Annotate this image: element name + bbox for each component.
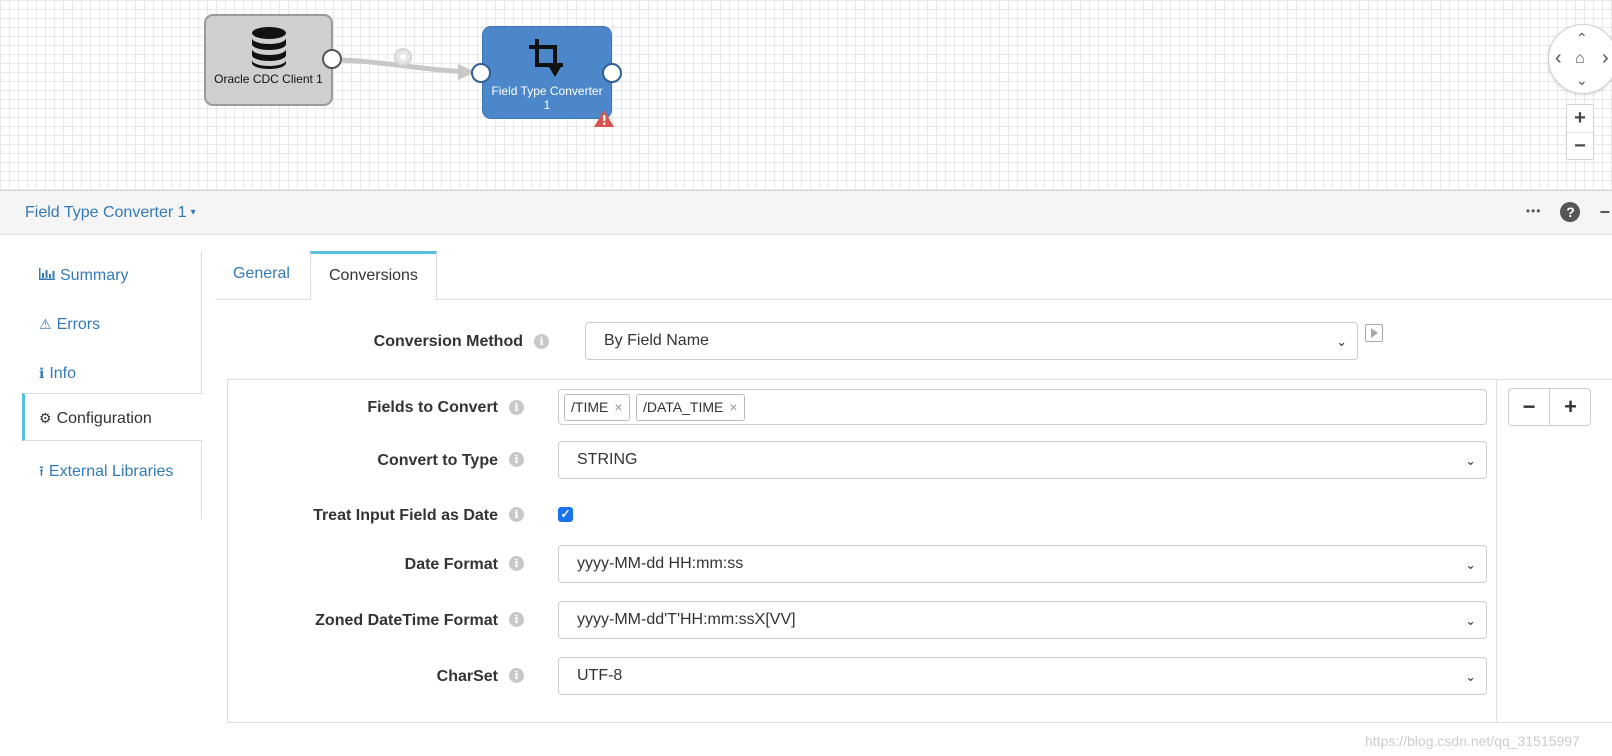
zoom-out-button[interactable]: − bbox=[1567, 132, 1593, 159]
fields-to-convert-input[interactable]: /TIME × /DATA_TIME × bbox=[558, 389, 1487, 425]
info-icon[interactable]: i bbox=[509, 612, 524, 627]
info-icon[interactable]: i bbox=[509, 668, 524, 683]
sidebar-item-label: Summary bbox=[60, 267, 129, 284]
config-tabs: General Conversions bbox=[215, 251, 1612, 301]
input-port[interactable] bbox=[471, 63, 491, 83]
crop-convert-icon bbox=[527, 37, 567, 82]
tag-label: /TIME bbox=[571, 399, 609, 415]
charset-select[interactable]: UTF-8 ⌄ bbox=[558, 657, 1487, 695]
sidebar-item-label: Configuration bbox=[56, 410, 152, 427]
help-icon[interactable]: ? bbox=[1560, 202, 1581, 222]
warning-triangle-icon[interactable] bbox=[593, 109, 615, 133]
treat-as-date-label: Treat Input Field as Date bbox=[313, 507, 498, 524]
config-side-nav: Summary ⚠ Errors ℹ Info ⚙ Configuration ⭱ Ex… bbox=[22, 251, 203, 519]
preview-icon[interactable] bbox=[1365, 324, 1383, 342]
date-format-select[interactable]: yyyy-MM-dd HH:mm:ss ⌄ bbox=[558, 545, 1487, 583]
output-port[interactable] bbox=[322, 49, 342, 69]
select-value: yyyy-MM-dd HH:mm:ss bbox=[577, 555, 744, 572]
sidebar-item-label: External Libraries bbox=[48, 463, 174, 480]
select-value: UTF-8 bbox=[577, 667, 623, 684]
conversion-method-label: Conversion Method bbox=[373, 333, 523, 350]
chevron-down-icon: ⌄ bbox=[1465, 669, 1476, 684]
stage-selector[interactable]: Field Type Converter 1 ▾ bbox=[25, 204, 196, 222]
remove-tag-icon[interactable]: × bbox=[614, 399, 622, 415]
sidebar-item-configuration[interactable]: ⚙ Configuration bbox=[22, 393, 203, 441]
pan-right-icon[interactable]: › bbox=[1602, 48, 1609, 68]
home-icon[interactable]: ⌂ bbox=[1575, 51, 1585, 67]
output-port[interactable] bbox=[602, 63, 622, 83]
date-format-label: Date Format bbox=[404, 556, 498, 573]
pan-control[interactable]: ⌃ ⌄ ‹ › ⌂ bbox=[1548, 24, 1612, 94]
stream-gear-icon bbox=[394, 48, 412, 66]
database-icon bbox=[251, 26, 287, 73]
add-row-button[interactable]: + bbox=[1550, 389, 1591, 425]
pipeline-editor: Oracle CDC Client 1 Field Type Converter… bbox=[0, 0, 1612, 756]
remove-row-button[interactable]: − bbox=[1509, 389, 1550, 425]
charset-label: CharSet bbox=[436, 668, 498, 685]
sidebar-item-summary[interactable]: Summary bbox=[22, 251, 202, 299]
pipeline-canvas[interactable]: Oracle CDC Client 1 Field Type Converter… bbox=[0, 0, 1612, 191]
chevron-down-icon: ⌄ bbox=[1465, 557, 1476, 572]
warning-icon: ⚠ bbox=[39, 316, 52, 332]
gear-icon: ⚙ bbox=[39, 410, 52, 426]
select-value: By Field Name bbox=[604, 332, 709, 349]
zoned-datetime-format-select[interactable]: yyyy-MM-dd'T'HH:mm:ssX[VV] ⌄ bbox=[558, 601, 1487, 639]
sidebar-item-label: Errors bbox=[56, 316, 101, 333]
divider bbox=[1496, 379, 1497, 723]
select-value: yyyy-MM-dd'T'HH:mm:ssX[VV] bbox=[577, 611, 796, 628]
convert-to-type-select[interactable]: STRING ⌄ bbox=[558, 441, 1487, 479]
more-options-icon[interactable]: ••• bbox=[1526, 204, 1542, 218]
remove-tag-icon[interactable]: × bbox=[729, 399, 737, 415]
treat-as-date-checkbox[interactable]: ✓ bbox=[558, 507, 573, 522]
conversion-method-select[interactable]: By Field Name ⌄ bbox=[585, 322, 1358, 360]
tab-conversions[interactable]: Conversions bbox=[310, 251, 437, 301]
chevron-down-icon: ⌄ bbox=[1336, 334, 1347, 349]
list-row-buttons: − + bbox=[1508, 388, 1591, 426]
chevron-down-icon: ⌄ bbox=[1465, 613, 1476, 628]
fields-to-convert-label: Fields to Convert bbox=[367, 399, 498, 416]
caret-down-icon: ▾ bbox=[190, 207, 196, 218]
zoom-in-button[interactable]: + bbox=[1567, 105, 1593, 132]
convert-to-type-label: Convert to Type bbox=[377, 452, 498, 469]
sidebar-item-errors[interactable]: ⚠ Errors bbox=[22, 300, 202, 348]
stage-field-type-converter[interactable]: Field Type Converter 1 bbox=[482, 26, 612, 119]
stage-label: Oracle CDC Client 1 bbox=[214, 72, 323, 86]
zoned-datetime-format-label: Zoned DateTime Format bbox=[315, 612, 498, 629]
tab-general[interactable]: General bbox=[215, 251, 308, 300]
info-icon[interactable]: i bbox=[509, 556, 524, 571]
info-icon[interactable]: i bbox=[509, 400, 524, 415]
info-icon[interactable]: i bbox=[509, 452, 524, 467]
zoom-control: + − bbox=[1566, 104, 1594, 160]
info-icon: ℹ bbox=[39, 365, 45, 381]
stage-title: Field Type Converter 1 bbox=[25, 204, 187, 221]
pan-down-icon[interactable]: ⌄ bbox=[1576, 73, 1588, 87]
pan-left-icon[interactable]: ‹ bbox=[1555, 48, 1562, 68]
stage-oracle-cdc-client[interactable]: Oracle CDC Client 1 bbox=[204, 14, 333, 106]
tag-label: /DATA_TIME bbox=[643, 399, 724, 415]
stage-label: Field Type Converter 1 bbox=[491, 84, 603, 112]
info-icon[interactable]: i bbox=[509, 507, 524, 522]
info-icon[interactable]: i bbox=[534, 334, 549, 349]
sidebar-item-info[interactable]: ℹ Info bbox=[22, 349, 202, 397]
stream-link[interactable] bbox=[330, 40, 490, 90]
stage-detail-header: Field Type Converter 1 ▾ ••• ? − bbox=[0, 191, 1612, 235]
select-value: STRING bbox=[577, 451, 638, 468]
header-actions: ••• ? − bbox=[1512, 202, 1610, 223]
field-tag[interactable]: /TIME × bbox=[564, 394, 630, 421]
field-tag[interactable]: /DATA_TIME × bbox=[636, 394, 745, 421]
pan-up-icon[interactable]: ⌃ bbox=[1576, 31, 1588, 45]
chevron-down-icon: ⌄ bbox=[1465, 453, 1476, 468]
sidebar-item-external-libraries[interactable]: ⭱ External Libraries bbox=[22, 447, 202, 495]
sidebar-item-label: Info bbox=[49, 365, 77, 382]
collapse-icon[interactable]: − bbox=[1599, 202, 1610, 223]
watermark: https://blog.csdn.net/qq_31515997 bbox=[1365, 733, 1580, 749]
upload-icon: ⭱ bbox=[39, 463, 44, 479]
bar-chart-icon bbox=[39, 251, 55, 299]
